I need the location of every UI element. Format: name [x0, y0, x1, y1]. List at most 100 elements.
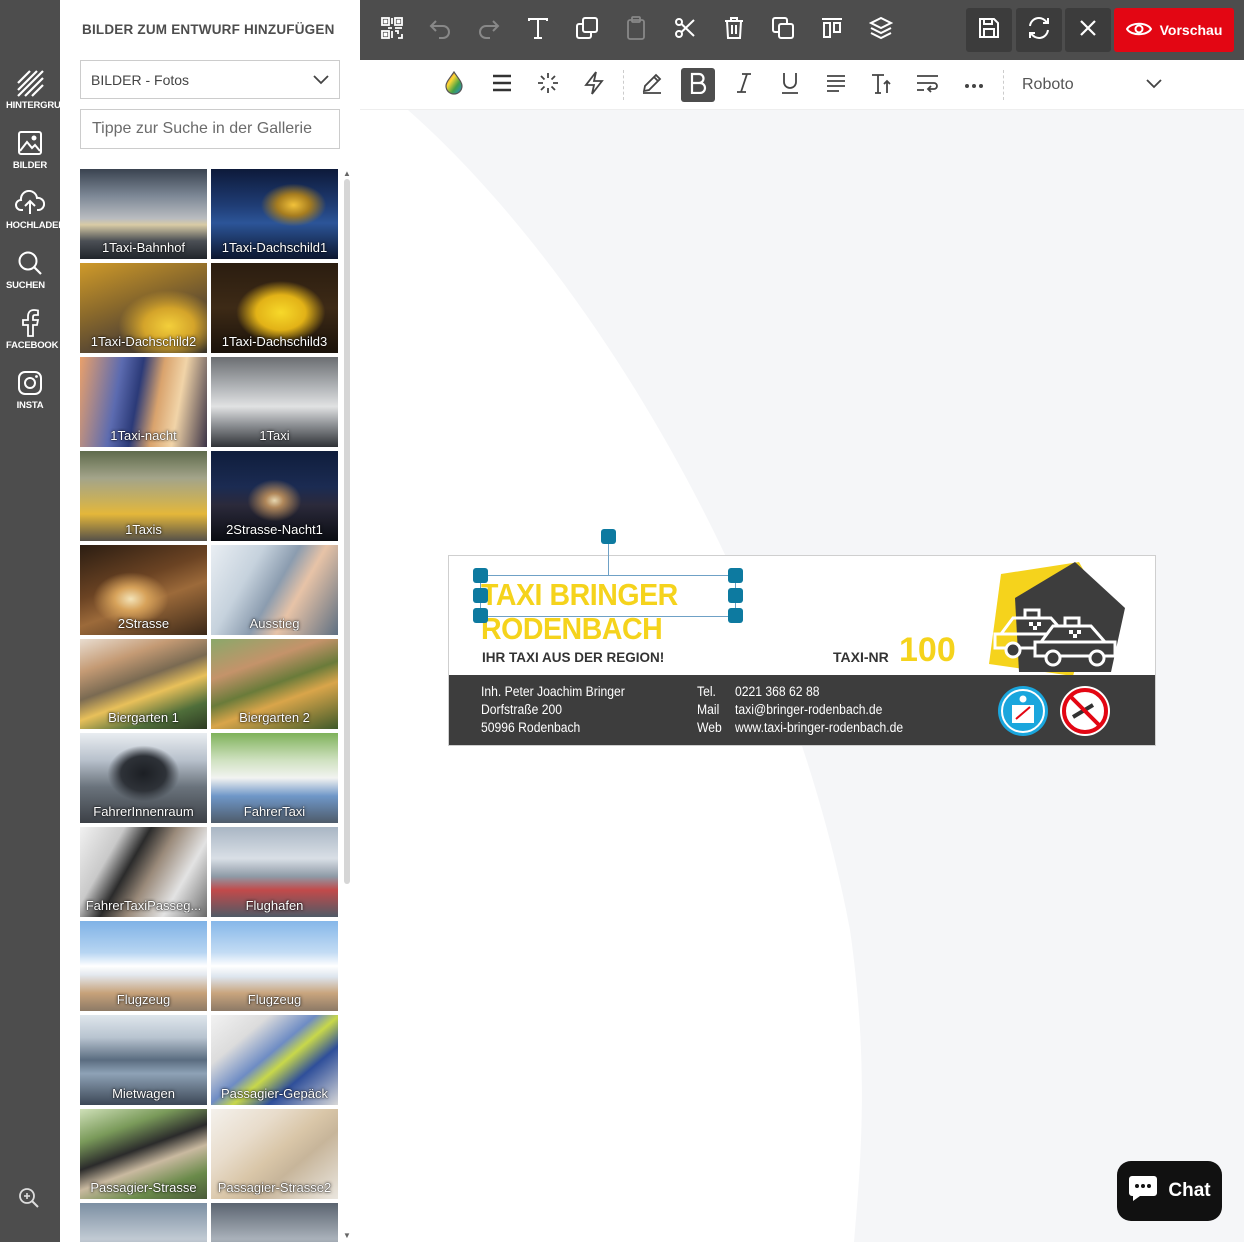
rail-label: FACEBOOK	[6, 340, 59, 351]
gallery-thumb[interactable]: Passagier-Gepäck	[211, 1015, 338, 1105]
redo-button[interactable]	[471, 12, 507, 48]
rail-item-bilder[interactable]: BILDER	[0, 128, 60, 171]
gallery-thumb[interactable]: Biergarten 1	[80, 639, 207, 729]
gallery-thumb[interactable]: 1Taxi	[211, 357, 338, 447]
gallery-thumb[interactable]: 2Strasse	[80, 545, 207, 635]
card-title-line2[interactable]: RODENBACH	[481, 612, 663, 646]
cut-button[interactable]	[667, 12, 703, 48]
preview-button[interactable]: Vorschau	[1114, 8, 1234, 52]
gallery-thumb[interactable]: Flugzeug	[80, 921, 207, 1011]
add-text-button[interactable]	[520, 12, 556, 48]
refresh-button[interactable]	[1016, 8, 1062, 52]
resize-handle-top-right[interactable]	[728, 568, 743, 583]
resize-handle-left[interactable]	[473, 588, 488, 603]
chat-button[interactable]: Chat	[1117, 1161, 1222, 1221]
color-drop-icon	[443, 70, 465, 100]
toolbar-separator	[1003, 70, 1004, 100]
rail-item-facebook[interactable]: FACEBOOK	[0, 308, 60, 351]
shape-icon	[575, 16, 599, 45]
gallery-thumb[interactable]: Biergarten 2	[211, 639, 338, 729]
effects-button[interactable]	[531, 68, 565, 102]
gallery-thumb[interactable]: 1Taxi-Dachschild1	[211, 169, 338, 259]
no-smoking-icon[interactable]	[1059, 685, 1111, 737]
gallery-thumb[interactable]: Flugzeug	[211, 921, 338, 1011]
gallery-thumb[interactable]: Passagier-Strasse2	[211, 1109, 338, 1199]
scroll-up-icon[interactable]: ▲	[343, 169, 351, 178]
gallery-thumb[interactable]	[211, 1203, 338, 1242]
card-contact-labels[interactable]: Tel. Mail Web	[697, 683, 722, 737]
paste-button[interactable]	[618, 12, 654, 48]
edit-button[interactable]	[635, 68, 669, 102]
wheelchair-accessible-icon[interactable]	[997, 685, 1049, 737]
panel-title: BILDER ZUM ENTWURF HINZUFÜGEN	[82, 22, 335, 37]
card-address[interactable]: Inh. Peter Joachim Bringer Dorfstraße 20…	[481, 683, 625, 737]
gallery-thumb[interactable]: FahrerTaxiPasseg...	[80, 827, 207, 917]
resize-handle-top-left[interactable]	[473, 568, 488, 583]
gallery-thumb[interactable]	[80, 1203, 207, 1242]
more-options-button[interactable]	[957, 68, 991, 102]
scroll-down-icon[interactable]: ▼	[343, 1231, 351, 1240]
rail-item-suchen[interactable]: SUCHEN	[0, 248, 60, 291]
card-taxi-nr-value[interactable]: 100	[899, 631, 956, 670]
bold-button[interactable]	[681, 68, 715, 102]
gallery-thumb[interactable]: 2Strasse-Nacht1	[211, 451, 338, 541]
resize-handle-bottom-left[interactable]	[473, 608, 488, 623]
gallery-thumb[interactable]: Passagier-Strasse	[80, 1109, 207, 1199]
image-icon	[0, 128, 60, 158]
color-button[interactable]	[437, 68, 471, 102]
undo-icon	[428, 17, 452, 44]
card-tagline[interactable]: IHR TAXI AUS DER REGION!	[482, 650, 664, 665]
card-contact-values[interactable]: 0221 368 62 88 taxi@bringer-rodenbach.de…	[735, 683, 903, 737]
rotate-handle[interactable]	[601, 529, 616, 544]
thumb-caption: 1Taxi-Dachschild2	[90, 334, 197, 349]
text-wrap-button[interactable]	[911, 68, 945, 102]
italic-button[interactable]	[727, 68, 761, 102]
gallery-thumb[interactable]: Flughafen	[211, 827, 338, 917]
gallery-search-input[interactable]	[80, 109, 340, 149]
gallery-thumb[interactable]: 1Taxi-Dachschild2	[80, 263, 207, 353]
italic-icon	[735, 72, 753, 99]
font-family-select[interactable]: Roboto	[1022, 72, 1162, 98]
card-mail-label: Mail	[697, 702, 720, 717]
gallery-thumb[interactable]: 1Taxis	[80, 451, 207, 541]
text-align-button[interactable]	[819, 68, 853, 102]
delete-button[interactable]	[716, 12, 752, 48]
rail-item-hintergrund[interactable]: HINTERGRUND	[0, 68, 60, 111]
duplicate-button[interactable]	[765, 12, 801, 48]
gallery-thumb[interactable]: FahrerInnenraum	[80, 733, 207, 823]
resize-handle-bottom-right[interactable]	[728, 608, 743, 623]
layers-button[interactable]	[863, 12, 899, 48]
thumb-caption: Flughafen	[245, 898, 304, 913]
align-button[interactable]	[814, 12, 850, 48]
close-button[interactable]	[1065, 8, 1111, 52]
gallery-thumb[interactable]: Mietwagen	[80, 1015, 207, 1105]
text-size-icon	[870, 71, 894, 100]
taxi-logo-icon[interactable]	[979, 560, 1139, 680]
add-shape-button[interactable]	[569, 12, 605, 48]
gallery-scrollbar[interactable]: ▲ ▼	[342, 169, 352, 1242]
scrollbar-thumb[interactable]	[344, 179, 350, 884]
gallery-thumb[interactable]: 1Taxi-Bahnhof	[80, 169, 207, 259]
undo-button[interactable]	[422, 12, 458, 48]
resize-handle-right[interactable]	[728, 588, 743, 603]
underline-button[interactable]	[773, 68, 807, 102]
text-selection-box[interactable]	[480, 575, 736, 617]
qr-code-button[interactable]	[374, 12, 410, 48]
card-taxi-nr-label[interactable]: TAXI-NR	[833, 649, 889, 665]
category-dropdown[interactable]: BILDER - Fotos	[80, 60, 340, 99]
gallery-thumb[interactable]: FahrerTaxi	[211, 733, 338, 823]
rail-item-hochladen[interactable]: HOCHLADEN	[0, 188, 60, 231]
facebook-icon	[0, 308, 60, 338]
thumb-caption: Flugzeug	[116, 992, 171, 1007]
animation-button[interactable]	[577, 68, 611, 102]
font-size-button[interactable]	[865, 68, 899, 102]
gallery-thumb[interactable]: 1Taxi-nacht	[80, 357, 207, 447]
save-button[interactable]	[966, 8, 1012, 52]
eye-icon	[1125, 20, 1152, 41]
gallery-thumb[interactable]: 1Taxi-Dachschild3	[211, 263, 338, 353]
gallery-thumb[interactable]: Ausstieg	[211, 545, 338, 635]
zoom-in-icon[interactable]	[18, 1187, 40, 1214]
line-spacing-button[interactable]	[485, 68, 519, 102]
card-street: Dorfstraße 200	[481, 702, 563, 717]
rail-item-insta[interactable]: INSTA	[0, 368, 60, 411]
